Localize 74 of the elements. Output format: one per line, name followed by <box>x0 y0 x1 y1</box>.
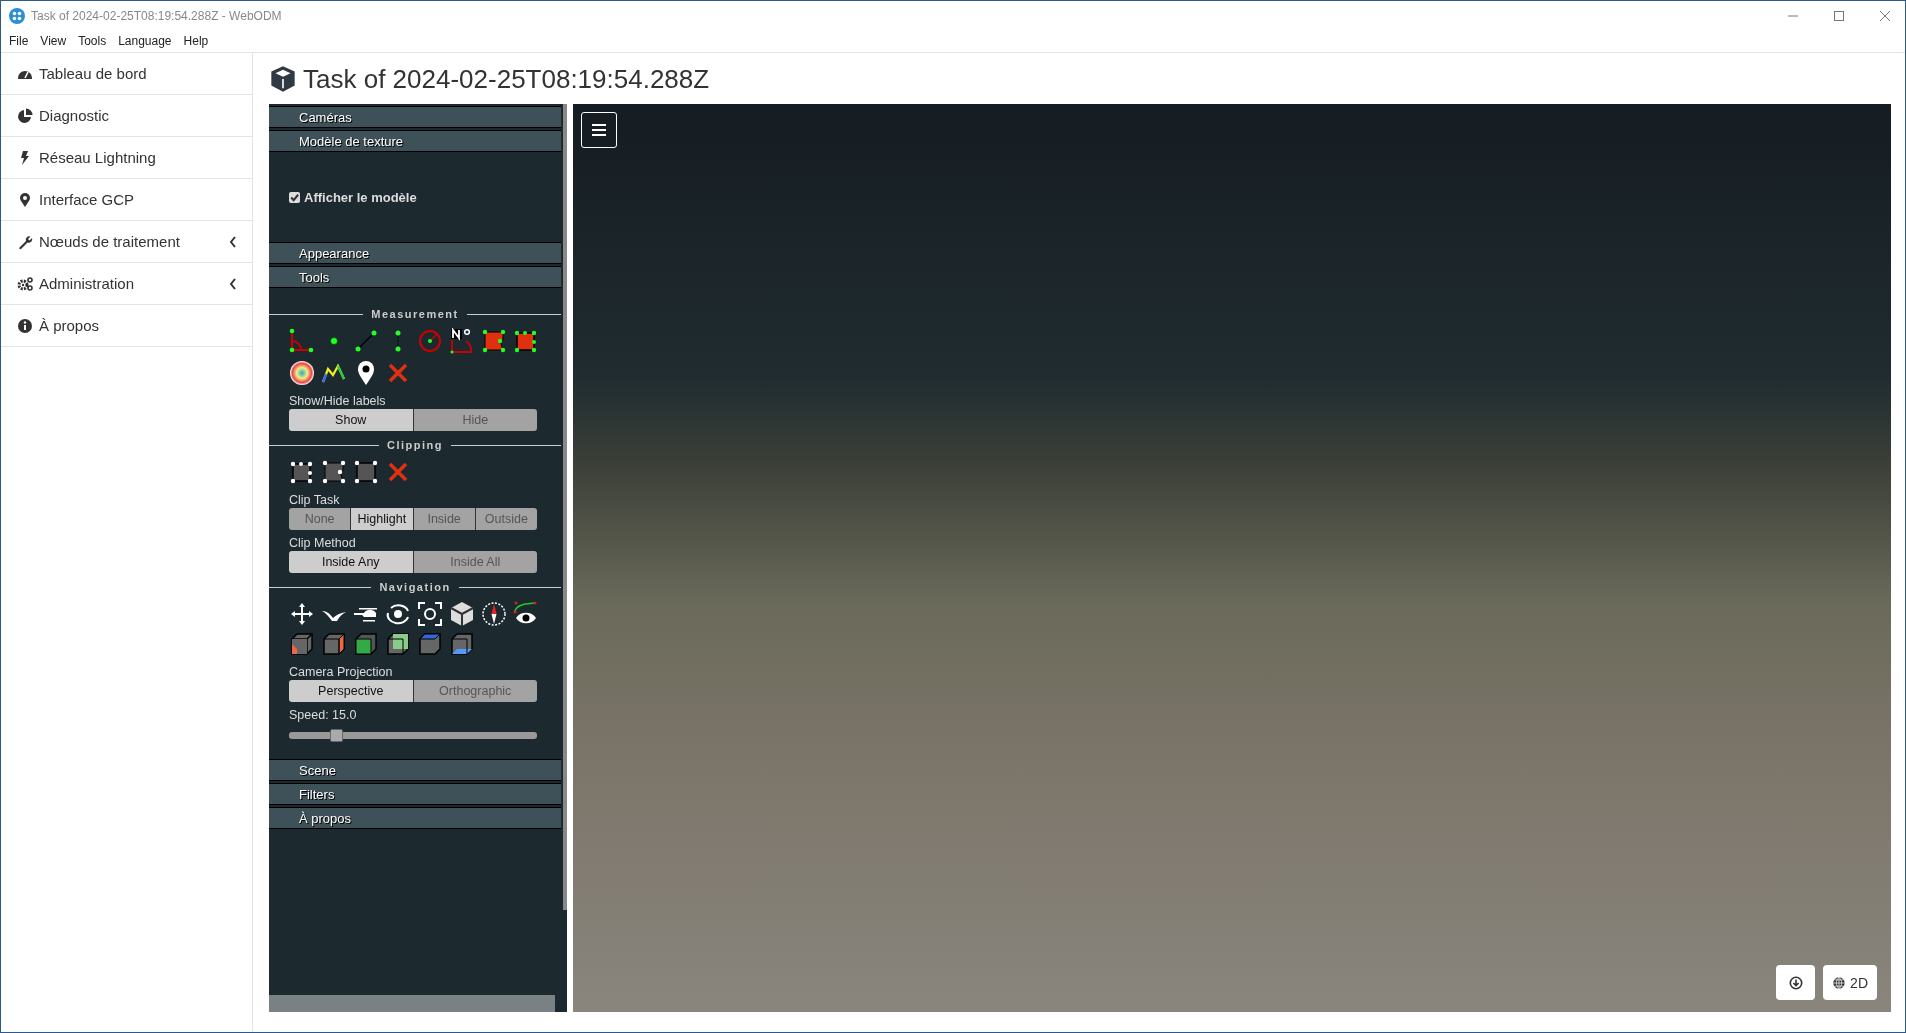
back-view-cube-icon[interactable] <box>385 631 411 657</box>
field-label: Show/Hide labels <box>289 394 387 408</box>
download-button[interactable] <box>1776 965 1816 1000</box>
toggle-button[interactable]: Perspective <box>289 680 414 702</box>
area-icon[interactable] <box>481 328 507 354</box>
page-title: Task of 2024-02-25T08:19:54.288Z <box>303 63 710 95</box>
app-logo-icon <box>9 7 25 24</box>
2d-view-button[interactable]: 2D <box>1823 965 1877 1000</box>
accordion-header[interactable]: Tools <box>269 266 561 288</box>
scrollbar[interactable] <box>269 995 555 1012</box>
accordion-header[interactable]: Filters <box>269 783 561 805</box>
window-title: Task of 2024-02-25T08:19:54.288Z - WebODM <box>31 8 282 23</box>
toggle-button[interactable]: Inside Any <box>289 551 414 573</box>
focus-icon[interactable] <box>417 601 443 627</box>
section-title: Clipping <box>387 439 443 451</box>
accordion-header[interactable]: Scene <box>269 759 561 781</box>
accordion-header[interactable]: Modèle de texture <box>269 130 561 152</box>
accordion-header[interactable]: Caméras <box>269 106 561 128</box>
toggle-button[interactable]: Highlight <box>351 508 414 530</box>
field-label: Camera Projection <box>289 665 394 679</box>
pie-chart-icon <box>17 107 33 124</box>
sidebar-item[interactable]: Interface GCP <box>1 179 252 221</box>
globe-icon <box>1832 975 1847 990</box>
field-label: Clip Method <box>289 536 357 550</box>
checkbox-label: Afficher le modèle <box>304 189 417 205</box>
volume-icon[interactable] <box>513 328 539 354</box>
sidebar-item[interactable]: Diagnostic <box>1 95 252 137</box>
clip-box-icon[interactable] <box>353 459 379 485</box>
info-icon <box>17 317 33 334</box>
right-view-cube-icon[interactable] <box>321 631 347 657</box>
accordion-header[interactable]: Appearance <box>269 242 561 264</box>
toggle-button[interactable]: Show <box>289 409 414 431</box>
clip-polygon-icon[interactable] <box>321 459 347 485</box>
scrollbar[interactable] <box>563 104 567 910</box>
close-icon[interactable] <box>1879 9 1891 22</box>
top-view-cube-icon[interactable] <box>417 631 443 657</box>
clip-volume-icon[interactable] <box>289 459 315 485</box>
section-title: Navigation <box>379 581 451 593</box>
sidebar-item[interactable]: Réseau Lightning <box>1 137 252 179</box>
sidebar-item[interactable]: Administration <box>1 263 252 305</box>
slider-thumb[interactable] <box>330 729 344 742</box>
menu-button[interactable] <box>581 112 617 148</box>
menu-item[interactable]: File <box>9 34 29 48</box>
menu-item[interactable]: View <box>40 34 67 48</box>
wrench-icon <box>17 233 33 250</box>
front-view-cube-icon[interactable] <box>353 631 379 657</box>
move-arrows-icon[interactable] <box>289 601 315 627</box>
menu-item[interactable]: Language <box>118 34 172 48</box>
color-ring-icon[interactable] <box>289 360 315 386</box>
left-view-cube-icon[interactable] <box>289 631 315 657</box>
orbit-icon[interactable] <box>385 601 411 627</box>
speed-slider[interactable] <box>289 732 537 739</box>
compass-icon[interactable] <box>481 601 507 627</box>
bottom-view-cube-icon[interactable] <box>449 631 475 657</box>
checkbox[interactable] <box>289 191 300 203</box>
azimuth-icon[interactable] <box>449 328 475 354</box>
sidebar-item[interactable]: Nœuds de traitement <box>1 221 252 263</box>
angle-icon[interactable] <box>289 328 315 354</box>
field-label: Clip Task <box>289 493 341 507</box>
sidebar-item[interactable]: Tableau de bord <box>1 53 252 95</box>
gears-icon <box>17 275 33 292</box>
field-label: Speed: 15.0 <box>289 708 358 722</box>
menu-item[interactable]: Tools <box>78 34 107 48</box>
map-marker-icon <box>17 191 33 208</box>
accordion-header[interactable]: À propos <box>269 807 561 829</box>
menu-item[interactable]: Help <box>183 34 209 48</box>
circle-icon[interactable] <box>417 328 443 354</box>
download-icon <box>1788 975 1803 990</box>
cube-icon <box>269 65 297 93</box>
distance-icon[interactable] <box>353 328 379 354</box>
cube-view-icon[interactable] <box>449 601 475 627</box>
section-title: Measurement <box>371 308 459 320</box>
maximize-icon[interactable] <box>1833 9 1845 22</box>
sidebar-item[interactable]: À propos <box>1 305 252 347</box>
